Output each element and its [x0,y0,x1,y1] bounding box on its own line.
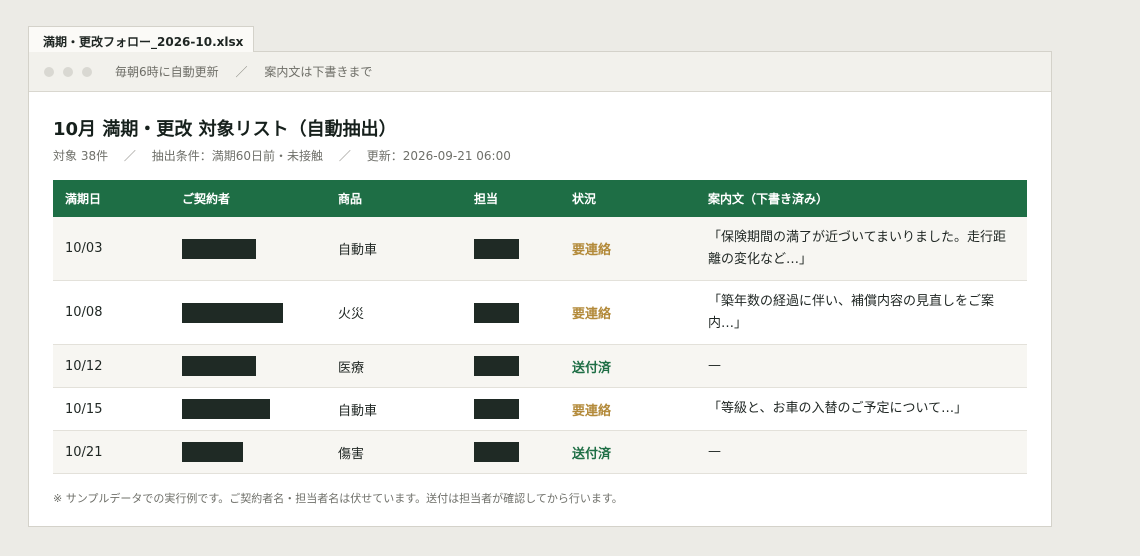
status-badge: 要連絡 [560,387,696,431]
redacted-name [182,399,270,419]
cell-staff [462,280,560,345]
meta-separator: ／ [123,149,136,163]
cell-staff [462,217,560,281]
cell-date: 10/12 [53,344,170,388]
main-content: 10月 満期・更改 対象リスト（自動抽出） 対象 38件 ／ 抽出条件：満期60… [29,92,1051,506]
cell-product: 医療 [326,344,462,388]
window-dot-3 [82,66,92,77]
cell-message: — [696,344,1027,388]
window-dot-2 [63,66,73,77]
cell-product: 自動車 [326,217,462,281]
meta-updated: 更新：2026-09-21 06:00 [366,149,511,163]
sheet-window: 毎朝6時に自動更新 ／ 案内文は下書きまで 10月 満期・更改 対象リスト（自動… [28,51,1052,527]
cell-product: 自動車 [326,387,462,431]
toolbar-note-auto-update: 毎朝6時に自動更新 [115,65,219,79]
column-header-status[interactable]: 状況 [560,180,696,217]
cell-staff [462,430,560,474]
column-header-staff[interactable]: 担当 [462,180,560,217]
redacted-staff [474,356,519,376]
renewal-table: 満期日 ご契約者 商品 担当 状況 案内文（下書き済み） 10/03 自動車 要… [53,180,1027,474]
column-header-policyholder[interactable]: ご契約者 [170,180,326,217]
toolbar-separator: ／ [235,65,248,79]
redacted-name [182,238,256,259]
window-toolbar: 毎朝6時に自動更新 ／ 案内文は下書きまで [29,52,1051,92]
redacted-staff [474,442,519,462]
table-row[interactable]: 10/03 自動車 要連絡 「保険期間の満了が近づいてまいりました。走行距離の変… [53,217,1027,281]
cell-date: 10/21 [53,430,170,474]
cell-date: 10/03 [53,217,170,281]
cell-staff [462,387,560,431]
cell-message: 「等級と、お車の入替のご予定について…」 [696,387,1027,431]
cell-message: 「保険期間の満了が近づいてまいりました。走行距離の変化など…」 [696,217,1027,281]
cell-message: — [696,430,1027,474]
cell-policyholder [170,387,326,431]
column-header-message[interactable]: 案内文（下書き済み） [696,180,1027,217]
redacted-staff [474,238,519,259]
meta-separator: ／ [338,149,351,163]
file-tab-label: 満期・更改フォロー_2026-10.xlsx [43,35,244,49]
footnote: ※ サンプルデータでの実行例です。ご契約者名・担当者名は伏せています。送付は担当… [53,492,623,505]
file-tab[interactable]: 満期・更改フォロー_2026-10.xlsx [28,26,254,52]
table-row[interactable]: 10/08 火災 要連絡 「築年数の経過に伴い、補償内容の見直しをご案内…」 [53,280,1027,345]
cell-date: 10/15 [53,387,170,431]
window-dot-1 [44,66,54,77]
cell-staff [462,344,560,388]
column-header-date[interactable]: 満期日 [53,180,170,217]
cell-policyholder [170,430,326,474]
cell-policyholder [170,344,326,388]
cell-date: 10/08 [53,280,170,345]
table-row[interactable]: 10/15 自動車 要連絡 「等級と、お車の入替のご予定について…」 [53,387,1027,431]
redacted-name [182,442,243,462]
column-header-product[interactable]: 商品 [326,180,462,217]
toolbar-status: 毎朝6時に自動更新 ／ 案内文は下書きまで [115,63,372,80]
status-badge: 送付済 [560,344,696,388]
page-title: 10月 満期・更改 対象リスト（自動抽出） [53,119,397,140]
table-row[interactable]: 10/12 医療 送付済 — [53,344,1027,388]
cell-message: 「築年数の経過に伴い、補償内容の見直しをご案内…」 [696,280,1027,345]
table-row[interactable]: 10/21 傷害 送付済 — [53,430,1027,474]
cell-product: 傷害 [326,430,462,474]
toolbar-note-draft: 案内文は下書きまで [264,65,373,79]
cell-policyholder [170,280,326,345]
redacted-staff [474,302,519,323]
cell-policyholder [170,217,326,281]
status-badge: 要連絡 [560,217,696,281]
status-badge: 要連絡 [560,280,696,345]
meta-condition: 抽出条件：満期60日前・未接触 [151,149,324,163]
cell-product: 火災 [326,280,462,345]
table-header-row: 満期日 ご契約者 商品 担当 状況 案内文（下書き済み） [53,180,1027,217]
redacted-name [182,356,256,376]
page-meta: 対象 38件 ／ 抽出条件：満期60日前・未接触 ／ 更新：2026-09-21… [53,147,1027,164]
meta-count: 対象 38件 [53,149,109,163]
status-badge: 送付済 [560,430,696,474]
redacted-staff [474,399,519,419]
redacted-name [182,302,283,323]
